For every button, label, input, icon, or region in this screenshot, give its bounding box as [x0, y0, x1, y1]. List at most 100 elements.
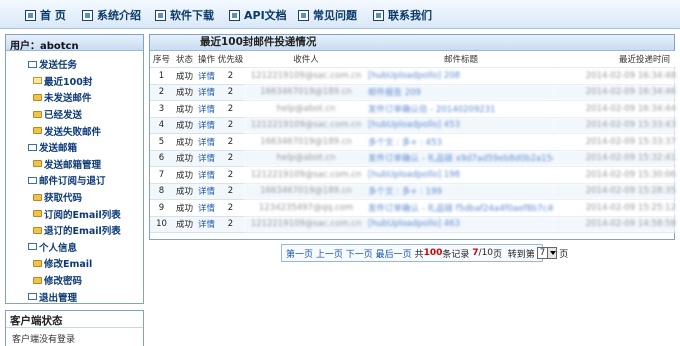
api-icon	[229, 9, 240, 21]
row-status: 成功	[173, 100, 196, 118]
sidebar-user-header: 用户：abotcn	[6, 35, 143, 52]
sidebar-item-send-mailbox[interactable]: 发送邮箱	[6, 139, 143, 156]
row-subject: 多个文 : 多+ : 453	[368, 133, 554, 151]
client-status-title: 客户端状态	[6, 311, 143, 328]
sidebar-item-change-email[interactable]: 修改Email	[6, 255, 143, 272]
row-detail-link[interactable]: 详情	[196, 117, 217, 134]
sidebar-item-failed-mail[interactable]: 发送失败邮件	[6, 122, 143, 139]
nav-system-intro[interactable]: 系统介绍	[82, 7, 141, 23]
sidebar-item-subscribed-list[interactable]: 订阅的Email列表	[6, 205, 143, 222]
table-row: 7 成功 详情 2 1212219109@sac.com.cn [hubUploadpol…	[150, 166, 676, 184]
sidebar-item-label: 修改密码	[44, 276, 83, 288]
sidebar-item-unsent-mail[interactable]: 未发送邮件	[6, 89, 143, 106]
recent-mail-panel: 最近100封邮件投递情况 序号 状态 操作 优先级 收件人 邮件标题 最近投递时…	[149, 34, 676, 240]
client-status-panel: 客户端状态 客户端没有登录	[5, 310, 144, 346]
row-priority: 2	[217, 183, 244, 200]
username: abotcn	[40, 41, 79, 52]
sidebar-item-unsubscribed-list[interactable]: 退订的Email列表	[6, 222, 143, 239]
row-priority: 2	[217, 133, 244, 151]
table-row: 2 成功 详情 2 1663467019@189.cn 邮件报告 209 2014-02-0…	[150, 84, 676, 101]
row-number: 10	[150, 216, 173, 233]
table-row: 4 成功 详情 2 1212219109@sac.com.cn [hubUploadpol…	[150, 117, 676, 134]
row-detail-link[interactable]: 详情	[196, 100, 217, 118]
nav-software-download[interactable]: 软件下载	[155, 7, 214, 23]
row-subject: [hubUploadpollo] 463	[368, 216, 554, 233]
row-detail-link[interactable]: 详情	[196, 150, 217, 167]
row-number: 5	[150, 133, 173, 151]
nav-faq[interactable]: 常见问题	[298, 7, 357, 23]
nav-home[interactable]: 首 页	[25, 7, 66, 23]
row-recipient: help@abot.cn	[244, 100, 368, 118]
col-header-recipient: 收件人	[244, 51, 368, 68]
sidebar-item-get-code[interactable]: 获取代码	[6, 189, 143, 206]
row-detail-link[interactable]: 详情	[196, 67, 217, 85]
row-number: 6	[150, 150, 173, 167]
row-number: 1	[150, 67, 173, 85]
row-number: 3	[150, 100, 173, 118]
col-header-time: 最近投递时间	[554, 51, 676, 68]
document-icon	[28, 293, 37, 301]
contact-icon	[373, 9, 384, 21]
row-detail-link[interactable]: 详情	[196, 199, 217, 217]
sidebar-item-label: 退订的Email列表	[44, 226, 121, 238]
faq-icon	[298, 9, 309, 21]
folder-icon	[33, 226, 42, 234]
user-label: 用户：	[10, 41, 40, 52]
row-detail-link[interactable]: 详情	[196, 183, 217, 200]
sidebar-item-send-task[interactable]: 发送任务	[6, 56, 143, 73]
col-header-no: 序号	[150, 51, 173, 68]
row-detail-link[interactable]: 详情	[196, 84, 217, 101]
prev-page-link[interactable]: 上一页	[316, 247, 343, 260]
row-recipient: 1212219109@sac.com.cn	[244, 216, 368, 233]
next-page-link[interactable]: 下一页	[346, 247, 373, 260]
folder-icon	[33, 259, 42, 267]
page-jump-value: 7	[539, 248, 546, 258]
row-status: 成功	[173, 166, 196, 184]
sidebar-menu: 发送任务 最近100封 未发送邮件 已经发送 发送失败邮件 发送邮箱 发送邮箱管…	[6, 51, 143, 305]
row-detail-link[interactable]: 详情	[196, 166, 217, 184]
nav-api-docs[interactable]: API文档	[229, 7, 287, 23]
last-page-link[interactable]: 最后一页	[376, 247, 412, 260]
row-detail-link[interactable]: 详情	[196, 216, 217, 233]
row-time: 2014-02-09 16:34:48	[554, 67, 676, 85]
sidebar-item-label: 最近100封	[44, 76, 93, 88]
sidebar-item-recent-100[interactable]: 最近100封	[6, 73, 143, 90]
first-page-link[interactable]: 第一页	[286, 247, 313, 260]
total-suffix: 条记录	[442, 249, 470, 260]
sidebar-item-logout[interactable]: 退出管理	[6, 288, 143, 305]
row-priority: 2	[217, 117, 244, 134]
sidebar-item-sent[interactable]: 已经发送	[6, 106, 143, 123]
pagination: 第一页 上一页 下一页 最后一页 共 100 条记录 7/10 页 转到第 7 页	[281, 244, 568, 262]
row-detail-link[interactable]: 详情	[196, 133, 217, 151]
sidebar-item-label: 发送邮箱管理	[44, 159, 102, 171]
table-row: 9 成功 详情 2 1234235497@qq.com 发件订单确认 - 礼品链 f5db…	[150, 199, 676, 217]
row-time: 2014-02-09 16:34:44	[554, 100, 676, 118]
row-subject: [hubUploadpollo] 198	[368, 166, 554, 184]
row-status: 成功	[173, 199, 196, 217]
page-jump-select[interactable]: 7	[536, 247, 558, 259]
document-icon	[28, 60, 37, 68]
row-subject: 多个文 : 多+ : 199	[368, 183, 554, 200]
sidebar-item-subscribe[interactable]: 邮件订阅与退订	[6, 172, 143, 189]
sidebar-item-label: 订阅的Email列表	[44, 209, 121, 221]
folder-icon	[33, 276, 42, 284]
row-number: 9	[150, 199, 173, 217]
sidebar-item-profile[interactable]: 个人信息	[6, 239, 143, 256]
row-recipient: 1663467019@189.cn	[244, 133, 368, 151]
row-recipient: help@abot.cn	[244, 150, 368, 167]
sidebar-item-label: 已经发送	[44, 110, 83, 122]
sidebar-item-change-password[interactable]: 修改密码	[6, 272, 143, 289]
table-row: 10 成功 详情 2 1212219109@sac.com.cn [hubUploadpo…	[150, 216, 676, 233]
nav-system-intro-label: 系统介绍	[97, 9, 141, 22]
nav-contact[interactable]: 联系我们	[373, 7, 432, 23]
table-row: 5 成功 详情 2 1663467019@189.cn 多个文 : 多+ : 453 201…	[150, 133, 676, 151]
folder-icon	[33, 160, 42, 168]
total-pages: 10	[481, 248, 494, 258]
row-time: 2014-02-09 16:34:46	[554, 84, 676, 101]
nav-faq-label: 常见问题	[313, 9, 357, 22]
jump-suffix: 页	[559, 249, 569, 260]
mail-table: 序号 状态 操作 优先级 收件人 邮件标题 最近投递时间 1 成功 详情 2 12122…	[150, 51, 676, 233]
row-recipient: 1663467019@189.cn	[244, 183, 368, 200]
sidebar-item-mailbox-manage[interactable]: 发送邮箱管理	[6, 156, 143, 173]
row-subject: 发件订单确认 - 礼品链 f5dbaf24a4f0aef8b7c4f5bdccd…	[368, 199, 554, 217]
